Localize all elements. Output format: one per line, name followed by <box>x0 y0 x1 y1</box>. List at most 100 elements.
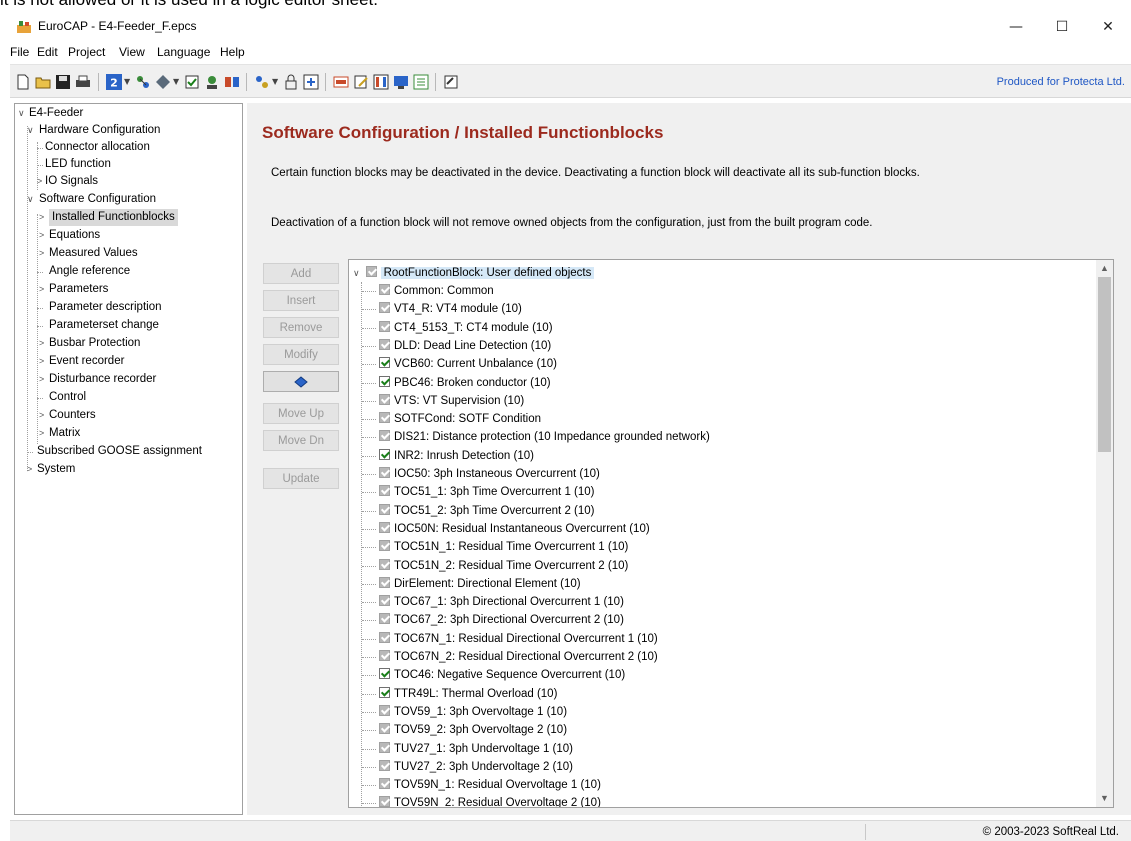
function-block-row[interactable]: TOC51N_1: Residual Time Overcurrent 1 (1… <box>379 538 628 556</box>
function-block-row[interactable]: VCB60: Current Unbalance (10) <box>379 355 557 373</box>
tree-item-parameters[interactable]: Parameters <box>49 281 108 298</box>
device-settings-icon[interactable] <box>204 74 220 90</box>
chevron-right-icon[interactable]: > <box>39 425 44 442</box>
scroll-down-icon[interactable]: ▼ <box>1096 790 1113 807</box>
columns-icon[interactable] <box>373 74 389 90</box>
tree-item-software-configuration[interactable]: Software Configuration <box>39 191 156 208</box>
chevron-down-icon[interactable]: ▼ <box>124 77 130 86</box>
checkbox[interactable] <box>379 302 390 314</box>
chevron-right-icon[interactable]: > <box>39 227 44 244</box>
function-block-row[interactable]: TOC51_1: 3ph Time Overcurrent 1 (10) <box>379 483 595 501</box>
function-block-row[interactable]: TOC46: Negative Sequence Overcurrent (10… <box>379 666 625 684</box>
tree-item-matrix[interactable]: Matrix <box>49 425 80 442</box>
chevron-right-icon[interactable]: > <box>39 335 44 352</box>
checkbox[interactable] <box>379 412 390 424</box>
vertical-scrollbar[interactable]: ▲ ▼ <box>1096 260 1113 807</box>
tree-item-disturbance-recorder[interactable]: Disturbance recorder <box>49 371 156 388</box>
function-block-row[interactable]: TOC67N_2: Residual Directional Overcurre… <box>379 648 658 666</box>
function-block-row[interactable]: INR2: Inrush Detection (10) <box>379 447 534 465</box>
fit-view-icon[interactable] <box>303 74 319 90</box>
open-folder-icon[interactable] <box>35 74 51 90</box>
chevron-right-icon[interactable]: > <box>39 407 44 424</box>
menu-edit[interactable]: Edit <box>37 45 58 59</box>
menu-project[interactable]: Project <box>68 45 105 59</box>
function-block-row[interactable]: VTS: VT Supervision (10) <box>379 392 524 410</box>
chevron-down-icon[interactable]: ∨ <box>27 122 34 139</box>
update-button[interactable]: Update <box>263 468 339 489</box>
menu-help[interactable]: Help <box>220 45 245 59</box>
add-button[interactable]: Add <box>263 263 339 284</box>
tree-item-busbar-protection[interactable]: Busbar Protection <box>49 335 140 352</box>
checkbox[interactable] <box>379 540 390 552</box>
checkbox[interactable] <box>379 375 390 387</box>
checkbox[interactable] <box>379 320 390 332</box>
function-block-row[interactable]: PBC46: Broken conductor (10) <box>379 374 551 392</box>
checkbox[interactable] <box>379 741 390 753</box>
checkbox[interactable] <box>379 686 390 698</box>
tree-item-led-function[interactable]: LED function <box>45 156 111 173</box>
print-icon[interactable] <box>75 74 91 90</box>
checkbox[interactable] <box>379 284 390 295</box>
function-block-row[interactable]: TUV27_2: 3ph Undervoltage 2 (10) <box>379 758 573 776</box>
function-block-row[interactable]: DIS21: Distance protection (10 Impedance… <box>379 428 710 446</box>
checkbox[interactable] <box>379 759 390 771</box>
help-book-button[interactable] <box>263 371 339 392</box>
function-block-row[interactable]: DirElement: Directional Element (10) <box>379 575 581 593</box>
tree-item-event-recorder[interactable]: Event recorder <box>49 353 124 370</box>
checkbox[interactable] <box>379 723 390 735</box>
checkbox[interactable] <box>379 650 390 661</box>
menu-view[interactable]: View <box>119 45 145 59</box>
function-block-row[interactable]: TOC67_2: 3ph Directional Overcurrent 2 (… <box>379 611 624 629</box>
function-block-row[interactable]: TOV59N_1: Residual Overvoltage 1 (10) <box>379 776 601 794</box>
list-icon[interactable] <box>413 74 429 90</box>
chevron-right-icon[interactable]: > <box>27 461 32 478</box>
tree-item-connector-allocation[interactable]: Connector allocation <box>45 139 150 156</box>
checkbox[interactable] <box>379 467 390 478</box>
logic-editor-icon[interactable] <box>254 74 270 90</box>
checkbox[interactable] <box>379 393 390 405</box>
menu-file[interactable]: File <box>10 45 29 59</box>
checkbox[interactable] <box>365 266 377 277</box>
module-icon[interactable] <box>155 74 171 90</box>
chevron-right-icon[interactable]: > <box>37 173 42 190</box>
modify-button[interactable]: Modify <box>263 344 339 365</box>
function-block-row[interactable]: TOV59_2: 3ph Overvoltage 2 (10) <box>379 721 567 739</box>
communication-icon[interactable] <box>333 74 349 90</box>
number-badge-icon[interactable]: 2 <box>106 74 122 90</box>
properties-icon[interactable] <box>443 74 459 90</box>
tree-item-installed-functionblocks[interactable]: Installed Functionblocks <box>49 209 178 226</box>
chevron-right-icon[interactable]: > <box>39 371 44 388</box>
save-icon[interactable] <box>55 74 71 90</box>
tree-item-parameter-description[interactable]: Parameter description <box>49 299 162 316</box>
function-block-row[interactable]: TOC67_1: 3ph Directional Overcurrent 1 (… <box>379 593 624 611</box>
close-button[interactable]: ✕ <box>1085 12 1131 42</box>
checkbox[interactable] <box>379 503 390 515</box>
chevron-down-icon[interactable]: ∨ <box>27 191 34 208</box>
transfer-icon[interactable] <box>224 74 240 90</box>
chevron-right-icon[interactable]: > <box>39 353 44 370</box>
function-block-row[interactable]: CT4_5153_T: CT4 module (10) <box>379 319 553 337</box>
menu-language[interactable]: Language <box>157 45 210 59</box>
checkbox[interactable] <box>379 430 390 442</box>
checkbox[interactable] <box>379 778 390 790</box>
checkbox[interactable] <box>379 338 390 350</box>
function-block-row[interactable]: TTR49L: Thermal Overload (10) <box>379 685 557 703</box>
function-block-row[interactable]: IOC50: 3ph Instaneous Overcurrent (10) <box>379 465 600 483</box>
function-block-row[interactable]: TOV59N_2: Residual Overvoltage 2 (10) <box>379 794 601 807</box>
chevron-right-icon[interactable]: > <box>39 281 44 298</box>
tree-item-io-signals[interactable]: IO Signals <box>45 173 98 190</box>
chevron-down-icon[interactable]: ∨ <box>353 268 360 278</box>
scrollbar-thumb[interactable] <box>1098 277 1111 452</box>
remove-button[interactable]: Remove <box>263 317 339 338</box>
checkbox[interactable] <box>379 613 390 625</box>
function-block-row[interactable]: SOTFCond: SOTF Condition <box>379 410 541 428</box>
maximize-button[interactable]: ☐ <box>1039 12 1085 42</box>
tree-item-subscribed-goose[interactable]: Subscribed GOOSE assignment <box>37 443 202 460</box>
network-icon[interactable] <box>135 74 151 90</box>
tree-item-control[interactable]: Control <box>49 389 86 406</box>
checkbox[interactable] <box>379 521 390 533</box>
checkbox[interactable] <box>379 631 390 643</box>
tree-item-measured-values[interactable]: Measured Values <box>49 245 138 262</box>
checkbox[interactable] <box>379 576 390 588</box>
function-block-row[interactable]: TOC51_2: 3ph Time Overcurrent 2 (10) <box>379 502 595 520</box>
